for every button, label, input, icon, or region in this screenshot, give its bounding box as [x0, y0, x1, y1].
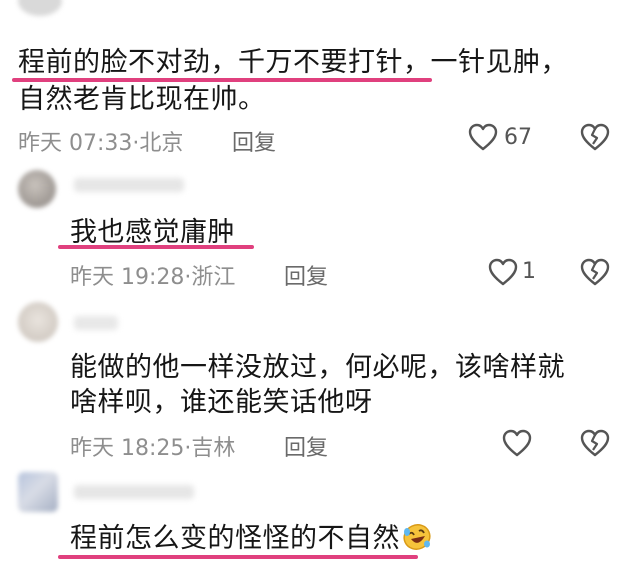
comment-time: 昨天 07:33·北京: [18, 125, 183, 157]
comment-text-line: 啥样呗，谁还能笑话他呀: [70, 387, 373, 418]
reply-button[interactable]: 回复: [284, 259, 328, 291]
broken-heart-icon[interactable]: [580, 123, 610, 151]
username-blurred: [74, 178, 184, 192]
comment-time-value: 昨天 18:25: [70, 436, 185, 461]
username-blurred: [74, 316, 118, 330]
highlight-underline: [58, 245, 254, 249]
broken-heart-icon[interactable]: [580, 258, 610, 286]
comment-time: 昨天 19:28·浙江: [70, 259, 235, 291]
comment-location: 吉林: [191, 436, 236, 461]
comment-time-value: 昨天 07:33: [18, 131, 133, 156]
rofl-emoji: [403, 524, 431, 550]
avatar[interactable]: [18, 0, 62, 16]
username-blurred: [74, 485, 194, 499]
broken-heart-icon[interactable]: [580, 429, 610, 457]
avatar[interactable]: [18, 472, 58, 512]
highlight-underline: [58, 555, 418, 559]
comment-text-line: 程前的脸不对劲，千万不要打针，一针见肿，: [18, 47, 568, 78]
comment-text-line: 能做的他一样没放过，何必呢，该啥样就: [70, 352, 565, 383]
heart-outline-icon[interactable]: [488, 258, 518, 286]
comment-location: 北京: [139, 131, 184, 156]
comment-text-line: 程前怎么变的怪怪的不自然: [70, 521, 432, 556]
like-count: 1: [522, 259, 536, 284]
like-count: 67: [504, 125, 532, 150]
comment-text-line: 自然老肯比现在帅。: [18, 84, 266, 115]
comment-text: 程前怎么变的怪怪的不自然: [70, 523, 400, 554]
comment-time-value: 昨天 19:28: [70, 265, 185, 290]
heart-outline-icon[interactable]: [502, 429, 532, 457]
avatar[interactable]: [18, 170, 56, 208]
reply-button[interactable]: 回复: [284, 430, 328, 462]
comment-location: 浙江: [191, 265, 236, 290]
heart-outline-icon[interactable]: [468, 123, 498, 151]
avatar[interactable]: [18, 302, 58, 342]
comment-time: 昨天 18:25·吉林: [70, 430, 235, 462]
reply-button[interactable]: 回复: [232, 125, 276, 157]
